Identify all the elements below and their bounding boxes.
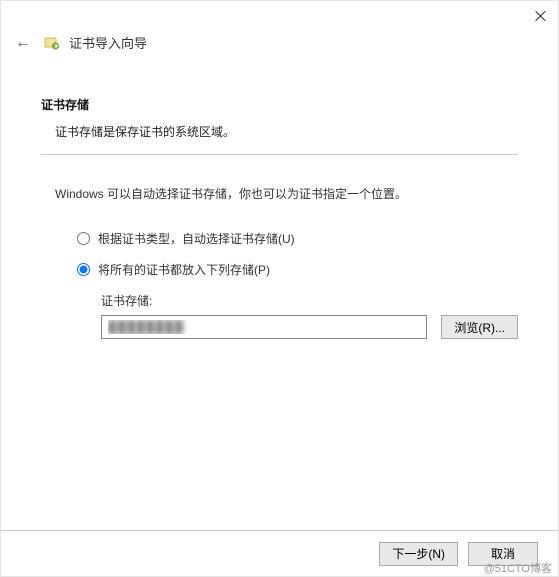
certificate-store-field[interactable] [101,315,427,339]
content-area: 证书存储 证书存储是保存证书的系统区域。 Windows 可以自动选择证书存储，… [1,66,558,339]
certificate-wizard-icon [43,34,61,52]
radio-auto-label: 根据证书类型，自动选择证书存储(U) [98,230,295,247]
next-button[interactable]: 下一步(N) [379,542,458,566]
browse-button[interactable]: 浏览(R)... [441,315,518,339]
radio-manual-label: 将所有的证书都放入下列存储(P) [98,261,270,278]
wizard-title: 证书导入向导 [69,33,147,52]
section-description: 证书存储是保存证书的系统区域。 [41,123,518,140]
radio-auto-input[interactable] [77,232,90,245]
back-arrow-icon[interactable]: ← [15,35,31,51]
store-row: 浏览(R)... [101,315,518,339]
store-block: 证书存储: 浏览(R)... [77,292,518,339]
close-icon[interactable] [534,9,548,23]
footer-bar: 下一步(N) 取消 [1,530,558,576]
section-title: 证书存储 [41,96,518,113]
store-label: 证书存储: [101,292,518,309]
radio-manual-input[interactable] [77,263,90,276]
watermark-text: @51CTO博客 [484,560,552,576]
title-bar [1,1,558,31]
radio-group: 根据证书类型，自动选择证书存储(U) 将所有的证书都放入下列存储(P) 证书存储… [41,230,518,339]
radio-manual-select[interactable]: 将所有的证书都放入下列存储(P) [77,261,518,278]
radio-auto-select[interactable]: 根据证书类型，自动选择证书存储(U) [77,230,518,247]
wizard-header: ← 证书导入向导 [1,31,558,66]
divider [41,154,518,155]
instruction-text: Windows 可以自动选择证书存储，你也可以为证书指定一个位置。 [41,185,518,202]
